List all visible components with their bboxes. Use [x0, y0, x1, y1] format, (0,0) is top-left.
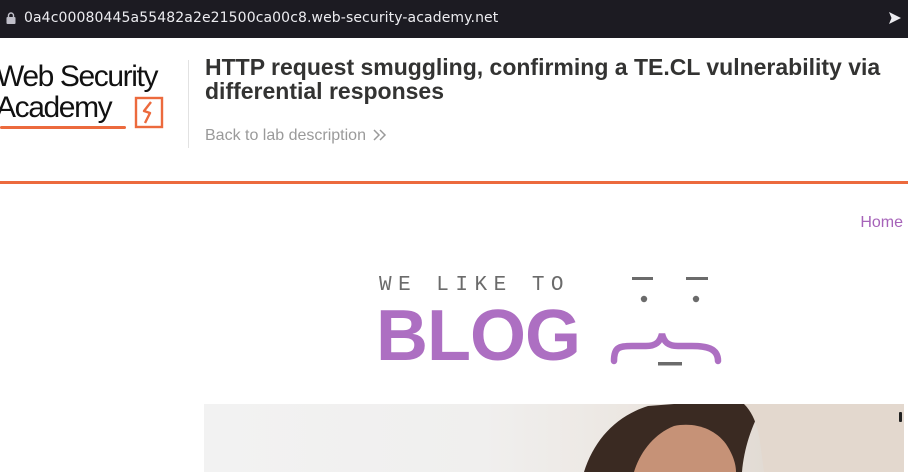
lab-header: Web Security Academy HTTP request smuggl…	[0, 38, 908, 184]
logo-line-1: Web Security	[0, 60, 158, 93]
scrollbar-marker[interactable]	[899, 412, 902, 422]
smiley-face-icon	[610, 277, 722, 366]
lab-title: HTTP request smuggling, confirming a TE.…	[205, 54, 881, 104]
lock-icon	[6, 12, 16, 24]
blog-post-image[interactable]	[204, 404, 904, 472]
banner-word: BLOG	[376, 296, 581, 376]
header-divider	[188, 60, 189, 148]
arrow-right-icon[interactable]	[888, 11, 902, 25]
double-chevron-right-icon[interactable]	[372, 126, 388, 144]
back-to-lab-description-link[interactable]: Back to lab description	[205, 127, 366, 145]
logo-line-2: Academy	[0, 91, 113, 124]
banner-tagline: WE LIKE TO	[379, 274, 571, 297]
home-link[interactable]: Home	[860, 214, 903, 232]
blog-banner: WE LIKE TO BLOG	[376, 270, 736, 374]
logo-underline	[0, 126, 126, 129]
lightning-bolt-icon	[134, 96, 164, 129]
hero-photo	[584, 404, 904, 472]
web-security-academy-logo[interactable]: Web Security Academy	[0, 58, 186, 132]
browser-address-bar[interactable]: 0a4c00080445a55482a2e21500ca00c8.web-sec…	[0, 0, 908, 38]
url-text[interactable]: 0a4c00080445a55482a2e21500ca00c8.web-sec…	[24, 10, 498, 26]
